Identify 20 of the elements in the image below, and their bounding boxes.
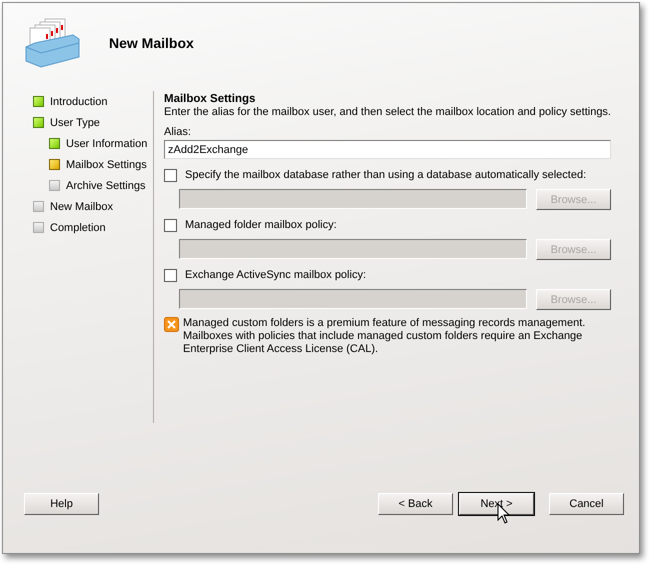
wizard-title: New Mailbox [109,35,194,51]
cancel-button[interactable]: Cancel [549,493,624,515]
license-notice: Managed custom folders is a premium feature of messaging records management. Mailboxes with policies that include managed custom folders require an Exchange Enterprise Client Access License (CAL). [183,317,586,356]
step-label: User Information [66,138,148,150]
checkbox-label: Specify the mailbox database rather than using a database automatically selected: [185,169,586,181]
step-label: Archive Settings [66,180,146,192]
alias-label: Alias: [164,126,192,138]
section-description: Enter the alias for the mailbox user, and then select the mailbox location and policy settings. [164,106,611,118]
section-title: Mailbox Settings [164,93,256,105]
back-button[interactable]: < Back [378,493,453,515]
checkbox-label: Managed folder mailbox policy: [185,219,337,231]
step-label: Completion [50,222,106,234]
checkbox-label: Exchange ActiveSync mailbox policy: [185,269,366,281]
step-label: New Mailbox [50,200,113,212]
step-label: User Type [50,116,100,128]
help-button[interactable]: Help [24,493,99,515]
exchange-logo-icon [164,317,180,332]
step-label: Introduction [50,96,108,108]
alias-field[interactable]: zAdd2Exchange [164,140,611,159]
step-label: Mailbox Settings [66,158,147,170]
